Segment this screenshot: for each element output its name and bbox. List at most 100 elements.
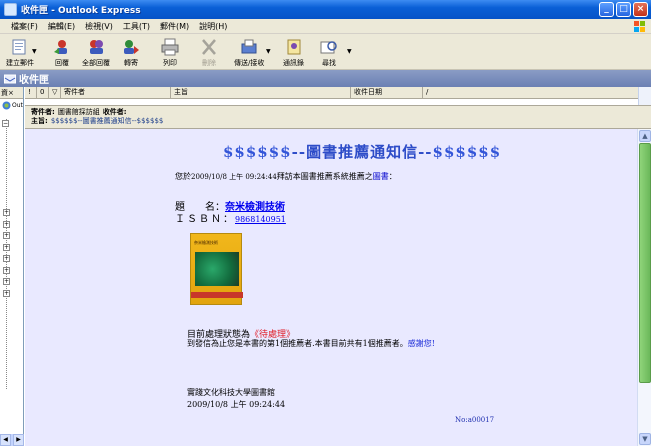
signature-org: 實踐文化科技大學圖書館 (187, 388, 275, 397)
recommender-count-text: 到發信為止您是本書的第1個推薦者.本書目前共有1個推薦者。 (187, 339, 408, 348)
col-received[interactable]: 收件日期 (351, 86, 423, 99)
toolbar: 建立郵件 ▼ 回覆 全部回覆 轉寄 列印 刪除 傳送/接收 ▼ 通訊錄 尋找 ▼ (0, 34, 651, 70)
menu-message[interactable]: 郵件(M) (155, 21, 194, 32)
intro-prefix: 您於 (175, 172, 191, 181)
mail-title-mid: --圖書推薦通知信-- (291, 143, 433, 161)
find-dropdown-icon[interactable]: ▼ (347, 48, 352, 55)
forward-button[interactable]: 轉寄 (121, 36, 141, 68)
outlook-root-icon (2, 101, 11, 110)
find-label: 尋找 (322, 59, 336, 67)
intro-end: ： (388, 172, 397, 181)
preview-header: 寄件者: 圖書館採訪組 收件者: 主旨: $$$$$$--圖書推薦通知信--$$… (25, 105, 651, 129)
reply-all-button[interactable]: 全部回覆 (82, 36, 110, 68)
tree-expand-icon[interactable]: + (3, 244, 10, 251)
folder-pane: 資 × Out − + + + + + + + + ◀ ▶ (0, 87, 24, 446)
intro-suffix: 拜訪本圖書推薦系統推薦之 (276, 172, 373, 181)
tree-root[interactable]: Out (2, 101, 23, 110)
reply-all-label: 全部回覆 (82, 59, 110, 67)
folder-pane-scrollbar[interactable]: ◀ ▶ (0, 434, 24, 446)
col-attachment[interactable]: 0 (37, 86, 49, 99)
menu-help[interactable]: 說明(H) (194, 21, 232, 32)
scrollbar-thumb[interactable] (639, 143, 651, 383)
col-sort-indicator: / (426, 87, 429, 96)
intro-line: 您於2009/10/8 上午 09:24:44拜訪本圖書推薦系統推薦之圖書： (175, 171, 397, 182)
isbn-link[interactable]: 9868140951 (235, 215, 286, 224)
new-mail-icon (12, 39, 26, 55)
scroll-up-icon[interactable]: ▲ (639, 130, 651, 142)
preview-pane: $$$$$$--圖書推薦通知信--$$$$$$ 您於2009/10/8 上午 0… (25, 129, 637, 446)
send-receive-label: 傳送/接收 (234, 59, 265, 67)
address-book-icon (287, 39, 300, 55)
col-flag[interactable]: ▽ (49, 86, 61, 99)
mail-title-right: $$$$$$ (432, 143, 502, 161)
subject-label: 主旨: (31, 117, 48, 125)
window-titlebar[interactable]: 收件匣 - Outlook Express _ □ × (0, 0, 651, 19)
print-label: 列印 (163, 59, 177, 67)
print-icon (161, 38, 179, 56)
recommender-count-line: 到發信為止您是本書的第1個推薦者.本書目前共有1個推薦者。感謝您! (187, 338, 435, 349)
minimize-button[interactable]: _ (599, 2, 614, 17)
message-list-header: ! 0 ▽ 寄件者 主旨 收件日期 / (25, 86, 651, 99)
mail-title-left: $$$$$$ (223, 143, 292, 161)
from-label: 寄件者: (31, 108, 55, 116)
send-receive-dropdown-icon[interactable]: ▼ (266, 48, 271, 55)
inbox-icon (4, 74, 16, 84)
address-book-button[interactable]: 通訊錄 (283, 36, 304, 68)
window-title: 收件匣 - Outlook Express (21, 6, 141, 16)
col-from[interactable]: 寄件者 (61, 86, 171, 99)
tree-expand-icon[interactable]: + (3, 221, 10, 228)
tree-expand-icon[interactable]: + (3, 267, 10, 274)
menu-view[interactable]: 檢視(V) (80, 21, 118, 32)
new-mail-button[interactable]: 建立郵件 (6, 36, 34, 68)
delete-label: 刪除 (202, 59, 216, 67)
to-label: 收件者: (102, 108, 127, 116)
scroll-down-icon[interactable]: ▼ (639, 433, 651, 445)
windows-logo-icon (634, 21, 645, 32)
reply-icon (54, 40, 67, 54)
forward-label: 轉寄 (124, 59, 138, 67)
find-button[interactable]: 尋找 (319, 36, 339, 68)
send-receive-button[interactable]: 傳送/接收 (234, 36, 264, 68)
tree-expand-icon[interactable]: + (3, 232, 10, 239)
find-icon (320, 41, 337, 54)
menu-tools[interactable]: 工具(T) (118, 21, 155, 32)
tree-expand-icon[interactable]: + (3, 278, 10, 285)
from-value: 圖書館採訪組 (57, 108, 100, 116)
folder-pane-close-icon[interactable]: × (8, 89, 14, 97)
window-controls: _ □ × (599, 2, 648, 17)
col-subject[interactable]: 主旨 (171, 86, 351, 99)
menu-file[interactable]: 檔案(F) (6, 21, 43, 32)
folder-pane-header: 資 × (0, 87, 23, 99)
tree-collapse-icon[interactable]: − (2, 120, 9, 127)
tree-expand-icon[interactable]: + (3, 255, 10, 262)
tree-line (6, 119, 7, 389)
intro-timestamp: 2009/10/8 上午 09:24:44 (191, 173, 277, 181)
col-priority[interactable]: ! (25, 86, 37, 99)
tree-root-label: Out (12, 102, 23, 109)
close-button[interactable]: × (633, 2, 648, 17)
address-book-label: 通訊錄 (283, 59, 304, 67)
send-receive-icon (241, 39, 257, 54)
scroll-right-icon[interactable]: ▶ (13, 434, 24, 446)
reply-all-icon (90, 40, 103, 54)
print-button[interactable]: 列印 (160, 36, 180, 68)
folder-bar: 收件匣 (0, 70, 651, 87)
book-cover-art (195, 252, 239, 286)
intro-book-link[interactable]: 圖書 (373, 172, 389, 181)
new-mail-label: 建立郵件 (6, 59, 34, 67)
mail-title: $$$$$$--圖書推薦通知信--$$$$$$ (223, 141, 501, 162)
preview-scrollbar[interactable]: ▲ ▼ (637, 129, 651, 446)
signature-date: 2009/10/8 上午 09:24:44 (187, 400, 286, 409)
tree-expand-icon[interactable]: + (3, 209, 10, 216)
maximize-button[interactable]: □ (616, 2, 631, 17)
reply-label: 回覆 (55, 59, 69, 67)
delete-button[interactable]: 刪除 (199, 36, 219, 68)
book-cover-title: 奈米檢測技術 (194, 240, 218, 245)
reference-number: No:a00017 (455, 416, 495, 424)
reply-button[interactable]: 回覆 (52, 36, 72, 68)
tree-expand-icon[interactable]: + (3, 290, 10, 297)
new-mail-dropdown-icon[interactable]: ▼ (32, 48, 37, 55)
isbn-line: ＩＳＢＮ：9868140951 (175, 210, 286, 225)
menu-edit[interactable]: 編輯(E) (43, 21, 80, 32)
scroll-left-icon[interactable]: ◀ (0, 434, 11, 446)
